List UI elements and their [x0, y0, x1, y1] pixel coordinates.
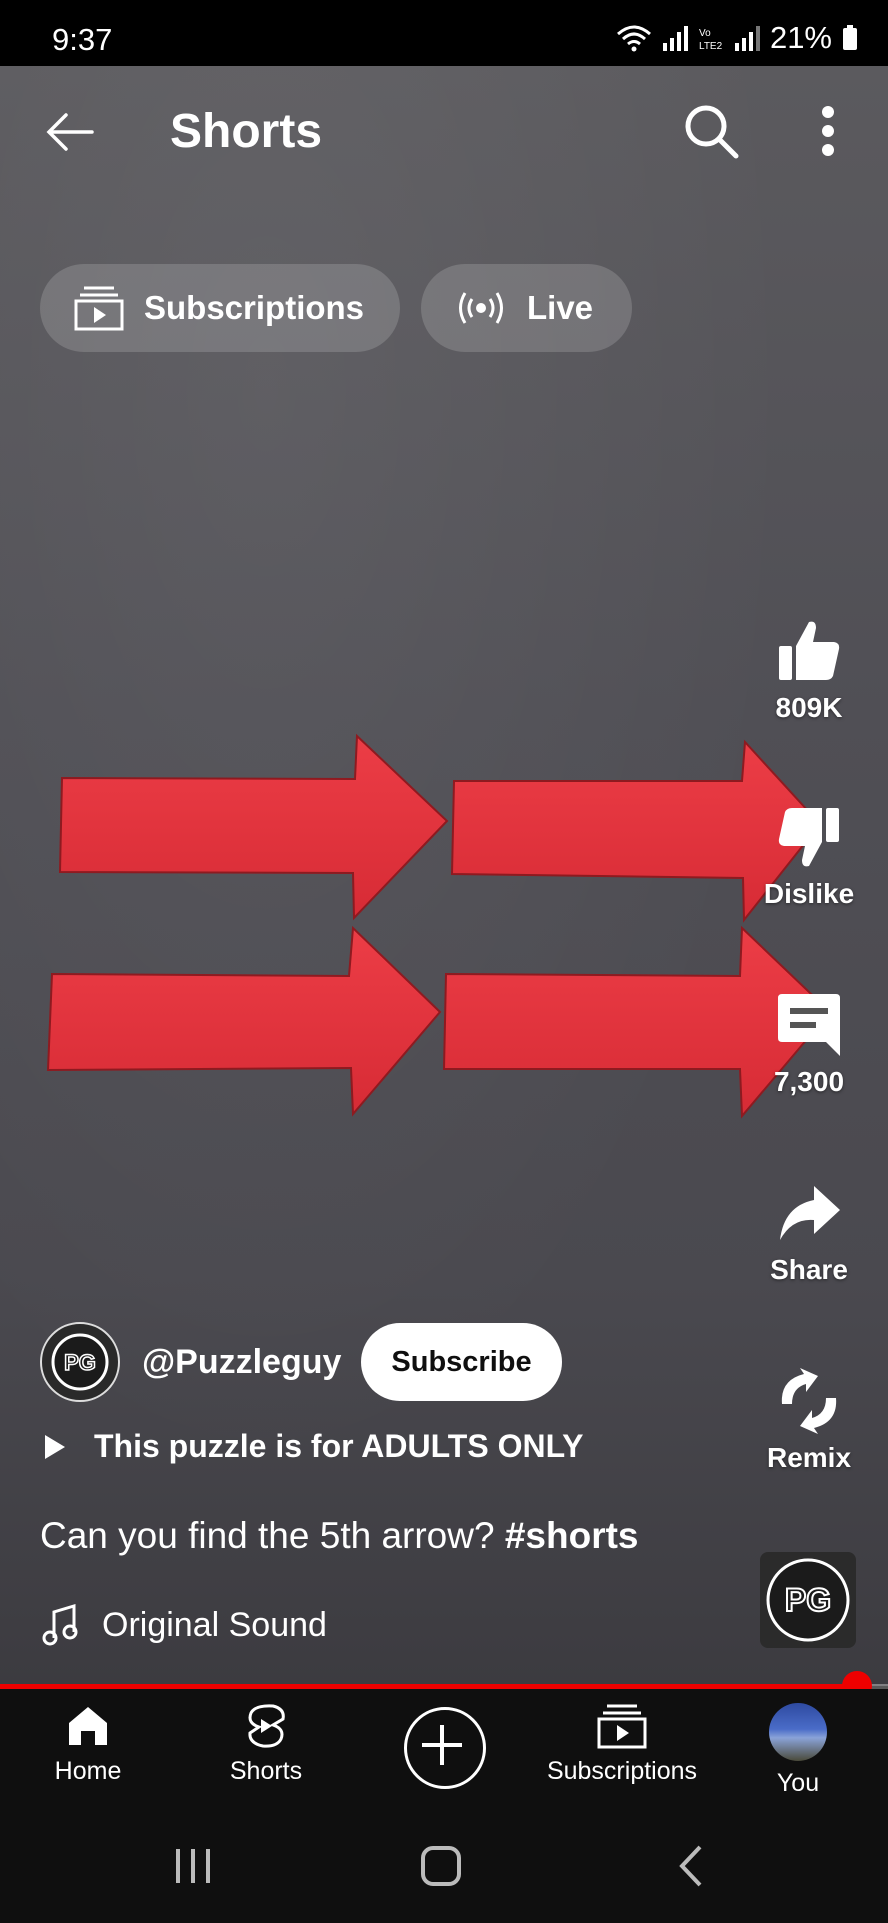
- music-note-icon: [42, 1604, 78, 1646]
- search-icon[interactable]: [680, 100, 742, 162]
- signal-icon: [662, 26, 688, 51]
- comment-icon: [778, 994, 840, 1056]
- page-title: Shorts: [170, 105, 323, 158]
- status-time: 9:37: [52, 22, 113, 57]
- avatar: [769, 1703, 827, 1761]
- wifi-icon: [616, 25, 651, 52]
- share-icon: [780, 1186, 840, 1240]
- pg-logo: PG: [51, 1333, 109, 1391]
- svg-text:Vo: Vo: [699, 28, 711, 39]
- back-button-icon[interactable]: [668, 1843, 714, 1889]
- sound-thumbnail[interactable]: PG: [760, 1552, 856, 1648]
- playlist-link[interactable]: This puzzle is for ADULTS ONLY: [44, 1428, 584, 1465]
- playlist-title: This puzzle is for ADULTS ONLY: [94, 1428, 584, 1464]
- channel-avatar-text: PG: [785, 1582, 831, 1618]
- caption-text: Can you find the 5th arrow?: [40, 1515, 495, 1556]
- create-button[interactable]: [404, 1707, 486, 1789]
- signal-icon: [734, 26, 760, 51]
- bottom-nav: Home Shorts Subscriptions You: [0, 1689, 888, 1813]
- subscriptions-chip[interactable]: Subscriptions: [40, 264, 400, 352]
- thumbs-down-icon: [778, 808, 839, 867]
- lte-icon: Vo LTE2: [699, 28, 723, 51]
- nav-label: Shorts: [229, 1757, 303, 1785]
- comment-count: 7,300: [773, 1066, 845, 1097]
- status-icons: Vo LTE2 21%: [616, 20, 858, 56]
- recents-icon[interactable]: [170, 1843, 216, 1889]
- sound-row[interactable]: Original Sound: [42, 1604, 327, 1646]
- subscriptions-icon: [74, 286, 124, 331]
- chip-label: Subscriptions: [144, 289, 365, 326]
- dislike-button[interactable]: Dislike: [754, 804, 864, 910]
- nav-label: Home: [54, 1757, 122, 1785]
- play-icon: [45, 1434, 65, 1459]
- shorts-icon: [248, 1704, 285, 1748]
- nav-you[interactable]: You: [758, 1703, 838, 1798]
- pg-logo: PG: [766, 1558, 850, 1642]
- like-count: 809K: [775, 692, 843, 723]
- more-options-icon[interactable]: [808, 100, 848, 162]
- nav-subscriptions[interactable]: Subscriptions: [540, 1703, 704, 1786]
- system-nav-bar: [0, 1813, 888, 1923]
- sound-title: Original Sound: [102, 1605, 327, 1644]
- back-arrow-icon[interactable]: [40, 102, 100, 162]
- subscriptions-icon: [597, 1704, 647, 1749]
- plus-icon: [422, 1725, 462, 1765]
- battery-icon: [843, 25, 857, 50]
- remix-icon: [781, 1368, 837, 1434]
- top-bar: Shorts: [0, 66, 888, 196]
- channel-row: PG @Puzzleguy Subscribe: [40, 1322, 562, 1402]
- home-icon: [69, 1707, 107, 1745]
- live-icon: [459, 292, 503, 324]
- subscribe-button[interactable]: Subscribe: [361, 1323, 562, 1401]
- nav-shorts[interactable]: Shorts: [220, 1703, 312, 1786]
- nav-home[interactable]: Home: [48, 1703, 128, 1786]
- battery-percent: 21%: [769, 20, 832, 55]
- thumbs-up-icon: [779, 621, 840, 680]
- dislike-label: Dislike: [763, 878, 855, 909]
- svg-text:LTE2: LTE2: [699, 41, 723, 51]
- live-chip[interactable]: Live: [421, 264, 632, 352]
- nav-label: You: [776, 1769, 820, 1797]
- comments-button[interactable]: 7,300: [754, 992, 864, 1098]
- channel-avatar-text: PG: [64, 1350, 96, 1375]
- like-button[interactable]: 809K: [754, 618, 864, 724]
- status-bar: 9:37 Vo LTE2 21%: [0, 0, 888, 66]
- remix-button[interactable]: Remix: [754, 1368, 864, 1474]
- home-button-icon[interactable]: [418, 1843, 464, 1889]
- hashtag-link[interactable]: #shorts: [505, 1515, 639, 1556]
- share-button[interactable]: Share: [754, 1180, 864, 1286]
- remix-label: Remix: [766, 1442, 852, 1473]
- chip-label: Live: [527, 289, 594, 326]
- video-caption[interactable]: Can you find the 5th arrow? #shorts: [40, 1515, 639, 1557]
- nav-label: Subscriptions: [546, 1757, 698, 1785]
- share-label: Share: [770, 1254, 848, 1285]
- channel-avatar[interactable]: PG: [40, 1322, 120, 1402]
- channel-handle[interactable]: @Puzzleguy: [142, 1343, 341, 1382]
